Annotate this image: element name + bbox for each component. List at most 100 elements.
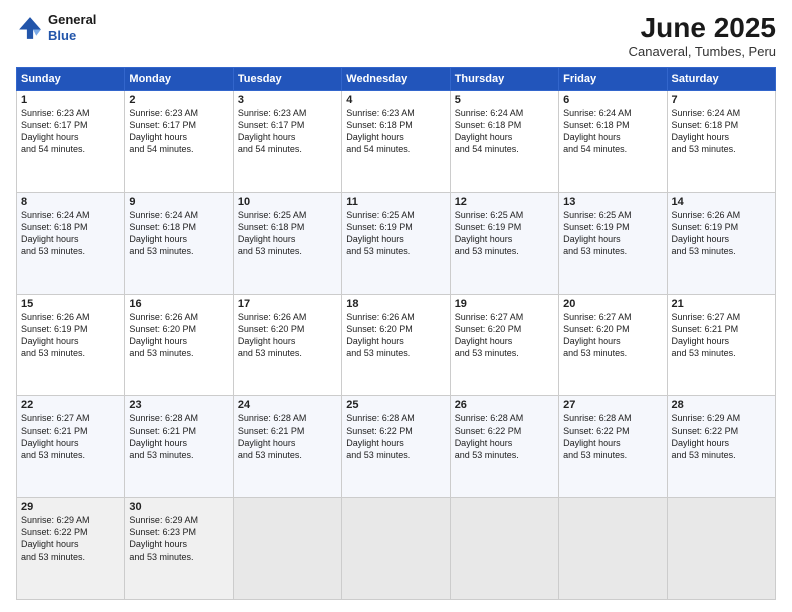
day-number: 7 [672, 94, 771, 106]
day-number: 6 [563, 94, 662, 106]
table-cell: 25 Sunrise: 6:28 AM Sunset: 6:22 PM Dayl… [342, 396, 450, 498]
header: General Blue June 2025 Canaveral, Tumbes… [16, 12, 776, 59]
day-number: 20 [563, 298, 662, 310]
day-info: Sunrise: 6:29 AM Sunset: 6:22 PM Dayligh… [21, 514, 120, 563]
day-info: Sunrise: 6:26 AM Sunset: 6:19 PM Dayligh… [21, 311, 120, 360]
col-friday: Friday [559, 68, 667, 91]
logo-icon [16, 14, 44, 42]
day-info: Sunrise: 6:23 AM Sunset: 6:17 PM Dayligh… [238, 107, 337, 156]
table-cell: 6 Sunrise: 6:24 AM Sunset: 6:18 PM Dayli… [559, 91, 667, 193]
col-sunday: Sunday [17, 68, 125, 91]
day-number: 13 [563, 196, 662, 208]
table-cell: 24 Sunrise: 6:28 AM Sunset: 6:21 PM Dayl… [233, 396, 341, 498]
day-number: 26 [455, 399, 554, 411]
day-number: 10 [238, 196, 337, 208]
table-cell: 18 Sunrise: 6:26 AM Sunset: 6:20 PM Dayl… [342, 294, 450, 396]
day-number: 5 [455, 94, 554, 106]
day-info: Sunrise: 6:28 AM Sunset: 6:21 PM Dayligh… [238, 412, 337, 461]
table-cell: 15 Sunrise: 6:26 AM Sunset: 6:19 PM Dayl… [17, 294, 125, 396]
table-cell: 7 Sunrise: 6:24 AM Sunset: 6:18 PM Dayli… [667, 91, 775, 193]
day-info: Sunrise: 6:27 AM Sunset: 6:21 PM Dayligh… [672, 311, 771, 360]
table-cell: 20 Sunrise: 6:27 AM Sunset: 6:20 PM Dayl… [559, 294, 667, 396]
day-info: Sunrise: 6:24 AM Sunset: 6:18 PM Dayligh… [563, 107, 662, 156]
day-number: 25 [346, 399, 445, 411]
col-thursday: Thursday [450, 68, 558, 91]
day-info: Sunrise: 6:25 AM Sunset: 6:19 PM Dayligh… [563, 209, 662, 258]
table-cell: 30 Sunrise: 6:29 AM Sunset: 6:23 PM Dayl… [125, 498, 233, 600]
table-cell: 17 Sunrise: 6:26 AM Sunset: 6:20 PM Dayl… [233, 294, 341, 396]
table-cell: 27 Sunrise: 6:28 AM Sunset: 6:22 PM Dayl… [559, 396, 667, 498]
table-cell: 11 Sunrise: 6:25 AM Sunset: 6:19 PM Dayl… [342, 192, 450, 294]
table-cell: 16 Sunrise: 6:26 AM Sunset: 6:20 PM Dayl… [125, 294, 233, 396]
day-number: 14 [672, 196, 771, 208]
logo: General Blue [16, 12, 96, 43]
day-info: Sunrise: 6:26 AM Sunset: 6:20 PM Dayligh… [238, 311, 337, 360]
table-cell [667, 498, 775, 600]
table-cell: 12 Sunrise: 6:25 AM Sunset: 6:19 PM Dayl… [450, 192, 558, 294]
day-number: 3 [238, 94, 337, 106]
day-number: 23 [129, 399, 228, 411]
day-info: Sunrise: 6:28 AM Sunset: 6:22 PM Dayligh… [563, 412, 662, 461]
day-info: Sunrise: 6:25 AM Sunset: 6:19 PM Dayligh… [455, 209, 554, 258]
day-info: Sunrise: 6:28 AM Sunset: 6:21 PM Dayligh… [129, 412, 228, 461]
day-info: Sunrise: 6:28 AM Sunset: 6:22 PM Dayligh… [346, 412, 445, 461]
day-number: 11 [346, 196, 445, 208]
day-info: Sunrise: 6:24 AM Sunset: 6:18 PM Dayligh… [21, 209, 120, 258]
day-number: 15 [21, 298, 120, 310]
day-info: Sunrise: 6:23 AM Sunset: 6:18 PM Dayligh… [346, 107, 445, 156]
table-cell: 21 Sunrise: 6:27 AM Sunset: 6:21 PM Dayl… [667, 294, 775, 396]
day-number: 19 [455, 298, 554, 310]
day-info: Sunrise: 6:23 AM Sunset: 6:17 PM Dayligh… [129, 107, 228, 156]
day-info: Sunrise: 6:29 AM Sunset: 6:23 PM Dayligh… [129, 514, 228, 563]
col-tuesday: Tuesday [233, 68, 341, 91]
table-cell [233, 498, 341, 600]
calendar-header-row: Sunday Monday Tuesday Wednesday Thursday… [17, 68, 776, 91]
table-cell: 19 Sunrise: 6:27 AM Sunset: 6:20 PM Dayl… [450, 294, 558, 396]
day-info: Sunrise: 6:27 AM Sunset: 6:20 PM Dayligh… [563, 311, 662, 360]
table-cell: 26 Sunrise: 6:28 AM Sunset: 6:22 PM Dayl… [450, 396, 558, 498]
day-number: 21 [672, 298, 771, 310]
day-info: Sunrise: 6:26 AM Sunset: 6:20 PM Dayligh… [129, 311, 228, 360]
table-cell: 10 Sunrise: 6:25 AM Sunset: 6:18 PM Dayl… [233, 192, 341, 294]
day-info: Sunrise: 6:24 AM Sunset: 6:18 PM Dayligh… [672, 107, 771, 156]
logo-blue: Blue [48, 28, 96, 44]
logo-general: General [48, 12, 96, 28]
day-info: Sunrise: 6:25 AM Sunset: 6:19 PM Dayligh… [346, 209, 445, 258]
table-cell: 2 Sunrise: 6:23 AM Sunset: 6:17 PM Dayli… [125, 91, 233, 193]
day-number: 27 [563, 399, 662, 411]
day-number: 9 [129, 196, 228, 208]
table-cell: 3 Sunrise: 6:23 AM Sunset: 6:17 PM Dayli… [233, 91, 341, 193]
title-area: June 2025 Canaveral, Tumbes, Peru [629, 12, 776, 59]
day-info: Sunrise: 6:24 AM Sunset: 6:18 PM Dayligh… [129, 209, 228, 258]
col-saturday: Saturday [667, 68, 775, 91]
day-number: 29 [21, 501, 120, 513]
day-number: 18 [346, 298, 445, 310]
table-cell: 14 Sunrise: 6:26 AM Sunset: 6:19 PM Dayl… [667, 192, 775, 294]
day-info: Sunrise: 6:25 AM Sunset: 6:18 PM Dayligh… [238, 209, 337, 258]
calendar-table: Sunday Monday Tuesday Wednesday Thursday… [16, 67, 776, 600]
day-number: 16 [129, 298, 228, 310]
table-cell [342, 498, 450, 600]
col-monday: Monday [125, 68, 233, 91]
day-number: 17 [238, 298, 337, 310]
table-cell: 29 Sunrise: 6:29 AM Sunset: 6:22 PM Dayl… [17, 498, 125, 600]
table-cell: 13 Sunrise: 6:25 AM Sunset: 6:19 PM Dayl… [559, 192, 667, 294]
day-number: 28 [672, 399, 771, 411]
col-wednesday: Wednesday [342, 68, 450, 91]
day-info: Sunrise: 6:23 AM Sunset: 6:17 PM Dayligh… [21, 107, 120, 156]
day-info: Sunrise: 6:26 AM Sunset: 6:20 PM Dayligh… [346, 311, 445, 360]
table-cell: 4 Sunrise: 6:23 AM Sunset: 6:18 PM Dayli… [342, 91, 450, 193]
table-cell: 28 Sunrise: 6:29 AM Sunset: 6:22 PM Dayl… [667, 396, 775, 498]
logo-text: General Blue [48, 12, 96, 43]
location: Canaveral, Tumbes, Peru [629, 44, 776, 59]
table-cell: 9 Sunrise: 6:24 AM Sunset: 6:18 PM Dayli… [125, 192, 233, 294]
table-cell: 22 Sunrise: 6:27 AM Sunset: 6:21 PM Dayl… [17, 396, 125, 498]
day-info: Sunrise: 6:24 AM Sunset: 6:18 PM Dayligh… [455, 107, 554, 156]
day-number: 1 [21, 94, 120, 106]
day-info: Sunrise: 6:26 AM Sunset: 6:19 PM Dayligh… [672, 209, 771, 258]
month-title: June 2025 [629, 12, 776, 44]
day-info: Sunrise: 6:28 AM Sunset: 6:22 PM Dayligh… [455, 412, 554, 461]
day-number: 12 [455, 196, 554, 208]
table-cell [450, 498, 558, 600]
table-cell: 5 Sunrise: 6:24 AM Sunset: 6:18 PM Dayli… [450, 91, 558, 193]
